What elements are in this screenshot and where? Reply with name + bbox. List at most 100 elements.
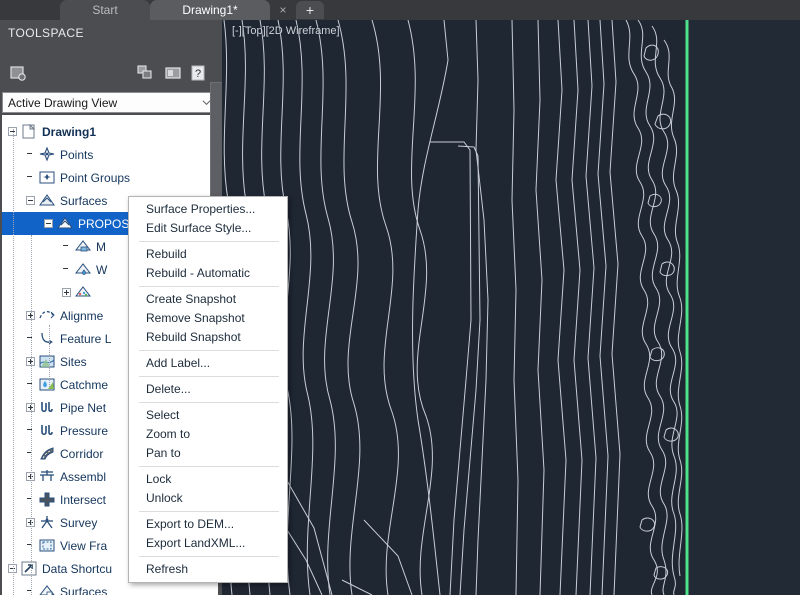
contour-map-graphic <box>222 20 689 595</box>
tree-item-label: Survey <box>60 515 98 530</box>
close-icon[interactable]: × <box>276 3 290 17</box>
tree-item-feature-l[interactable]: Feature L <box>26 327 111 350</box>
tree-guide-line <box>31 235 32 595</box>
menu-separator <box>139 286 279 287</box>
tree-guide-line <box>49 325 50 387</box>
menu-separator <box>139 556 279 557</box>
collapse-icon[interactable] <box>44 219 53 228</box>
tree-item-w[interactable]: W <box>62 258 107 281</box>
menu-separator <box>139 511 279 512</box>
tree-item-definition[interactable] <box>62 281 96 304</box>
help-icon[interactable]: ? <box>188 63 208 83</box>
tree-item-survey[interactable]: Survey <box>26 511 97 534</box>
tree-item-sites[interactable]: Sites <box>26 350 87 373</box>
menu-separator <box>139 376 279 377</box>
active-drawing-view-icon[interactable] <box>8 63 28 83</box>
menu-item-zoom-to[interactable]: Zoom to <box>129 425 287 444</box>
menu-item-lock[interactable]: Lock <box>129 470 287 489</box>
menu-item-edit-surface-style[interactable]: Edit Surface Style... <box>129 219 287 238</box>
tree-item-label: Data Shortcu <box>42 561 113 576</box>
tree-item-view-fra[interactable]: View Fra <box>26 534 107 557</box>
surfaces-icon <box>39 193 55 208</box>
tree-item-assembl[interactable]: Assembl <box>26 465 106 488</box>
menu-item-create-snapshot[interactable]: Create Snapshot <box>129 290 287 309</box>
tree-item-surfaces[interactable]: Surfaces <box>26 580 107 595</box>
tree-item-label: Sites <box>60 354 87 369</box>
menu-item-unlock[interactable]: Unlock <box>129 489 287 508</box>
tree-item-label: Point Groups <box>60 170 131 185</box>
tree-item-label: Pipe Net <box>60 400 107 415</box>
data-shortcuts-icon <box>21 561 37 576</box>
tree-item-point-groups[interactable]: Point Groups <box>26 166 130 189</box>
tree-item-pipe-net[interactable]: Pipe Net <box>26 396 106 419</box>
menu-item-export-landxml[interactable]: Export LandXML... <box>129 534 287 553</box>
tree-item-label: Catchme <box>60 377 109 392</box>
tree-item-label: Surfaces <box>60 584 108 595</box>
assemblies-icon <box>39 469 55 484</box>
view-selector-dropdown[interactable]: Active Drawing View <box>2 92 218 113</box>
ds-surfaces-icon <box>39 584 55 595</box>
new-tab-icon[interactable]: + <box>296 1 324 19</box>
drawing-viewport[interactable]: [-][Top][2D Wireframe] <box>222 20 800 595</box>
tree-item-label: Feature L <box>60 331 112 346</box>
tree-item-points[interactable]: Points <box>26 143 93 166</box>
svg-text:?: ? <box>195 68 201 80</box>
tree-item-label: Corridor <box>60 446 104 461</box>
surface-icon <box>57 216 73 231</box>
file-tab-drawing1[interactable]: Drawing1* <box>150 0 270 20</box>
tree-item-intersect[interactable]: Intersect <box>26 488 106 511</box>
survey-icon <box>39 515 55 530</box>
tree-item-alignme[interactable]: Alignme <box>26 304 103 327</box>
tree-item-m[interactable]: M <box>62 235 106 258</box>
tree-item-catchme[interactable]: Catchme <box>26 373 108 396</box>
menu-item-remove-snapshot[interactable]: Remove Snapshot <box>129 309 287 328</box>
corridors-icon <box>39 446 55 461</box>
tree-item-label: M <box>96 239 106 254</box>
preview-toggle-icon[interactable] <box>163 63 183 83</box>
tree-item-drawing1[interactable]: Drawing1 <box>8 120 96 143</box>
tree-item-label: W <box>96 262 108 277</box>
collapse-icon[interactable] <box>26 196 35 205</box>
master-view-icon[interactable] <box>135 63 155 83</box>
menu-item-delete[interactable]: Delete... <box>129 380 287 399</box>
menu-item-rebuild[interactable]: Rebuild <box>129 245 287 264</box>
menu-item-add-label[interactable]: Add Label... <box>129 354 287 373</box>
tree-item-corridor[interactable]: Corridor <box>26 442 103 465</box>
pipe-networks-icon <box>39 400 55 415</box>
tree-item-label: Points <box>60 147 94 162</box>
tree-item-data-shortcu[interactable]: Data Shortcu <box>8 557 112 580</box>
tree-item-label: Pressure <box>60 423 109 438</box>
tree-guide-line <box>13 129 14 595</box>
surface-context-menu[interactable]: Surface Properties... Edit Surface Style.… <box>128 196 288 583</box>
catchments-icon <box>39 377 55 392</box>
tree-item-label: Intersect <box>60 492 107 507</box>
menu-separator <box>139 402 279 403</box>
menu-item-rebuild-automatic[interactable]: Rebuild - Automatic <box>129 264 287 283</box>
intersections-icon <box>39 492 55 507</box>
drawing-icon <box>21 123 37 139</box>
menu-item-surface-properties[interactable]: Surface Properties... <box>129 200 287 219</box>
menu-item-rebuild-snapshot[interactable]: Rebuild Snapshot <box>129 328 287 347</box>
point-groups-icon <box>39 170 55 185</box>
tree-leaf-spacer <box>26 173 35 182</box>
menu-item-refresh[interactable]: Refresh <box>129 560 287 579</box>
sites-icon <box>39 354 55 369</box>
tree-leaf-spacer <box>62 242 71 251</box>
tree-item-surfaces[interactable]: Surfaces <box>26 189 107 212</box>
menu-item-pan-to[interactable]: Pan to <box>129 444 287 463</box>
tree-leaf-spacer <box>26 150 35 159</box>
expand-icon[interactable] <box>62 288 71 297</box>
menu-separator <box>139 466 279 467</box>
view-selector-value: Active Drawing View <box>8 95 118 110</box>
tree-item-label: Assembl <box>60 469 107 484</box>
file-tab-start[interactable]: Start <box>60 0 150 20</box>
menu-item-select[interactable]: Select <box>129 406 287 425</box>
alignments-icon <box>39 308 55 323</box>
tree-item-label: Surfaces <box>60 193 108 208</box>
tree-item-label: Drawing1 <box>42 124 97 139</box>
feature-lines-icon <box>39 331 55 346</box>
masks-icon <box>74 239 92 254</box>
tree-item-pressure[interactable]: Pressure <box>26 419 108 442</box>
menu-item-export-to-dem[interactable]: Export to DEM... <box>129 515 287 534</box>
tree-guide-line <box>31 545 32 595</box>
